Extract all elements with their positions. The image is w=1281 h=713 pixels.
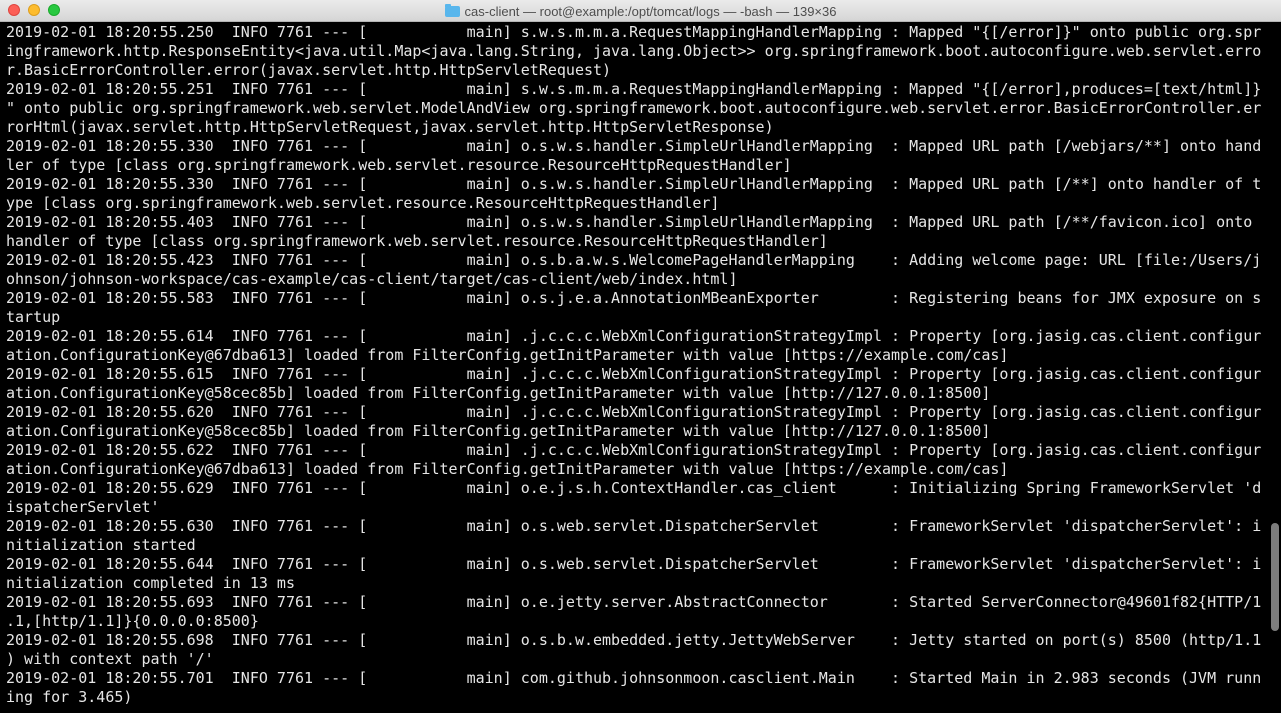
- terminal-line: 2019-02-01 18:20:55.330 INFO 7761 --- [ …: [6, 137, 1262, 155]
- terminal-line: 2019-02-01 18:20:55.251 INFO 7761 --- [ …: [6, 80, 1262, 98]
- terminal-line: 2019-02-01 18:20:55.698 INFO 7761 --- [ …: [6, 631, 1262, 649]
- terminal-line: nitialization started: [6, 536, 196, 554]
- terminal-line: rorHtml(javax.servlet.http.HttpServletRe…: [6, 118, 774, 136]
- terminal-line: .1,[http/1.1]}{0.0.0.0:8500}: [6, 612, 259, 630]
- terminal-line: handler of type [class org.springframewo…: [6, 232, 828, 250]
- terminal-line: ler of type [class org.springframework.w…: [6, 156, 792, 174]
- terminal-line: ation.ConfigurationKey@58cec85b] loaded …: [6, 422, 991, 440]
- terminal-line: ingframework.http.ResponseEntity<java.ut…: [6, 42, 1262, 60]
- window-title-group: cas-client — root@example:/opt/tomcat/lo…: [0, 0, 1281, 22]
- terminal-line: " onto public org.springframework.web.se…: [6, 99, 1262, 117]
- terminal-line: 2019-02-01 18:20:55.620 INFO 7761 --- [ …: [6, 403, 1262, 421]
- terminal-line: tartup: [6, 308, 61, 326]
- terminal-line: 2019-02-01 18:20:55.423 INFO 7761 --- [ …: [6, 251, 1262, 269]
- terminal-output[interactable]: 2019-02-01 18:20:55.250 INFO 7761 --- [ …: [0, 23, 1281, 713]
- terminal-line: 2019-02-01 18:20:55.693 INFO 7761 --- [ …: [6, 593, 1262, 611]
- terminal-line: ype [class org.springframework.web.servl…: [6, 194, 720, 212]
- terminal-line: 2019-02-01 18:20:55.701 INFO 7761 --- [ …: [6, 669, 1262, 687]
- terminal-line: 2019-02-01 18:20:55.629 INFO 7761 --- [ …: [6, 479, 1262, 497]
- window-title: cas-client — root@example:/opt/tomcat/lo…: [464, 3, 837, 19]
- title-bar[interactable]: cas-client — root@example:/opt/tomcat/lo…: [0, 0, 1281, 22]
- terminal-window: cas-client — root@example:/opt/tomcat/lo…: [0, 0, 1281, 713]
- terminal-line: 2019-02-01 18:20:55.622 INFO 7761 --- [ …: [6, 441, 1262, 459]
- terminal-line: ation.ConfigurationKey@67dba613] loaded …: [6, 346, 1009, 364]
- terminal-line: r.BasicErrorController.error(javax.servl…: [6, 61, 612, 79]
- terminal-line: 2019-02-01 18:20:55.615 INFO 7761 --- [ …: [6, 365, 1262, 383]
- terminal-line: ing for 3.465): [6, 688, 133, 706]
- terminal-line: 2019-02-01 18:20:55.630 INFO 7761 --- [ …: [6, 517, 1262, 535]
- terminal-line: 2019-02-01 18:20:55.250 INFO 7761 --- [ …: [6, 23, 1262, 41]
- terminal-lines: 2019-02-01 18:20:55.250 INFO 7761 --- [ …: [6, 23, 1262, 707]
- terminal-line: 2019-02-01 18:20:55.644 INFO 7761 --- [ …: [6, 555, 1262, 573]
- scrollbar-thumb[interactable]: [1271, 523, 1279, 631]
- terminal-line: ohnson/johnson-workspace/cas-example/cas…: [6, 270, 738, 288]
- terminal-line: nitialization completed in 13 ms: [6, 574, 295, 592]
- folder-icon: [444, 3, 460, 17]
- terminal-line: ation.ConfigurationKey@67dba613] loaded …: [6, 460, 1009, 478]
- terminal-line: ) with context path '/': [6, 650, 214, 668]
- terminal-line: ispatcherServlet': [6, 498, 160, 516]
- terminal-line: ation.ConfigurationKey@58cec85b] loaded …: [6, 384, 991, 402]
- terminal-line: 2019-02-01 18:20:55.614 INFO 7761 --- [ …: [6, 327, 1262, 345]
- terminal-line: 2019-02-01 18:20:55.330 INFO 7761 --- [ …: [6, 175, 1262, 193]
- terminal-line: 2019-02-01 18:20:55.583 INFO 7761 --- [ …: [6, 289, 1262, 307]
- terminal-line: 2019-02-01 18:20:55.403 INFO 7761 --- [ …: [6, 213, 1253, 231]
